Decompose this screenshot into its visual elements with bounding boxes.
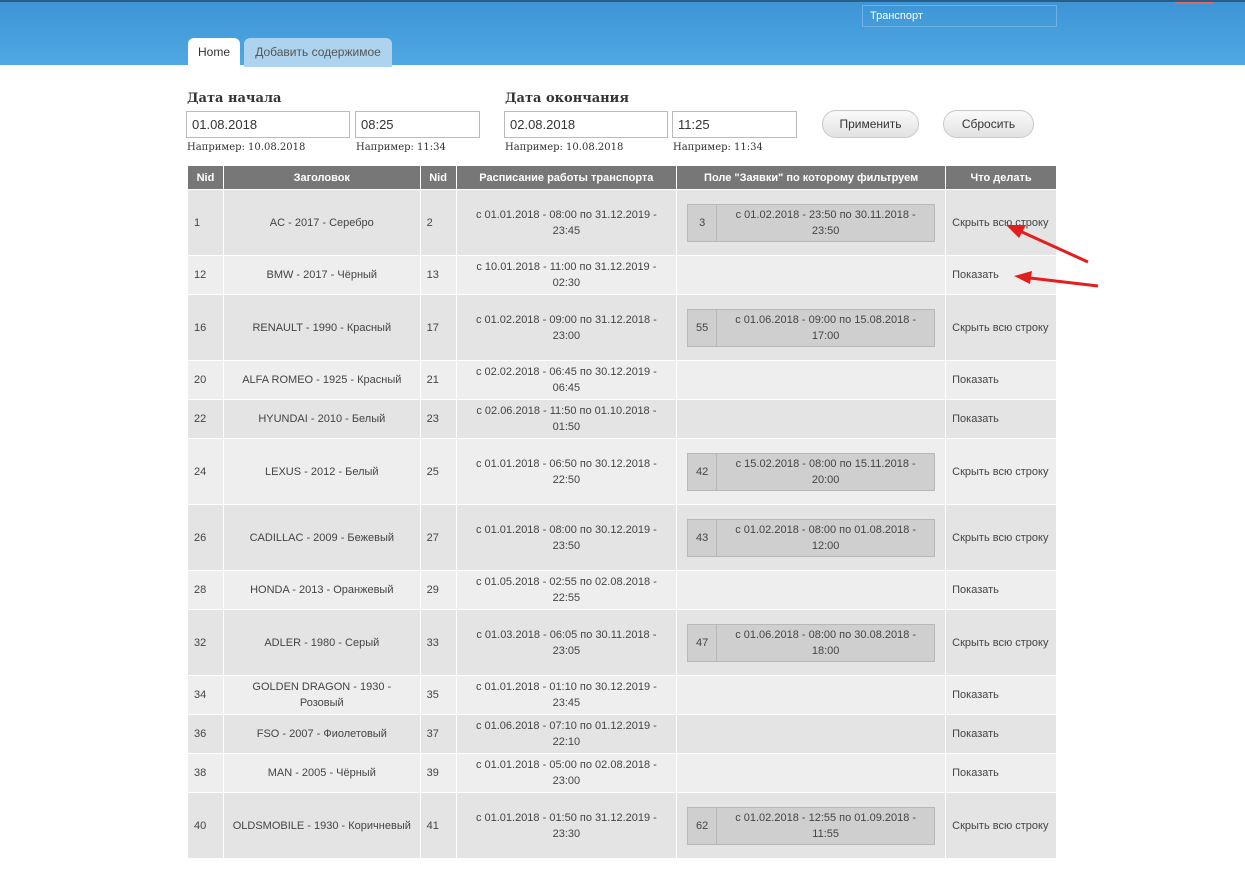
arrow-to-hide-row [1006,225,1089,264]
annotation-arrows [1006,225,1099,288]
arrow-to-show [1014,271,1099,288]
